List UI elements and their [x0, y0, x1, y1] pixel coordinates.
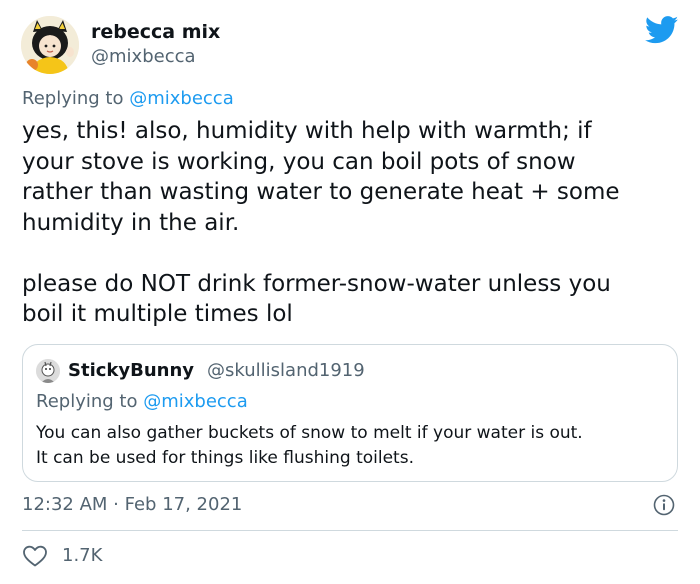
quoted-tweet[interactable]: StickyBunny @skullisland1919 Replying to…: [22, 344, 678, 482]
author-handle[interactable]: @mixbecca: [91, 46, 196, 67]
heart-icon[interactable]: [22, 544, 48, 568]
quoted-tweet-text: You can also gather buckets of snow to m…: [36, 423, 583, 468]
quoted-author-handle[interactable]: @skullisland1919: [207, 360, 365, 381]
author-display-name[interactable]: rebecca mix: [91, 21, 220, 43]
twitter-bird-icon[interactable]: [645, 16, 679, 44]
quoted-avatar-illustration: [36, 359, 60, 383]
reply-handle-link[interactable]: @mixbecca: [129, 88, 234, 109]
info-icon[interactable]: [653, 494, 675, 516]
author-avatar[interactable]: [21, 16, 79, 74]
quoted-author-avatar[interactable]: [36, 359, 60, 383]
quoted-author-display-name[interactable]: StickyBunny: [68, 360, 194, 381]
tweet-text: yes, this! also, humidity with help with…: [22, 118, 620, 327]
avatar-illustration: [21, 16, 79, 74]
quoted-reply-handle-link[interactable]: @mixbecca: [143, 391, 248, 412]
divider: [22, 530, 678, 531]
reply-context: Replying to @mixbecca: [22, 88, 234, 109]
quoted-reply-prefix: Replying to: [36, 391, 138, 412]
quoted-reply-context: Replying to @mixbecca: [36, 391, 248, 412]
tweet-timestamp[interactable]: 12:32 AM · Feb 17, 2021: [22, 494, 242, 515]
tweet-card: rebecca mix @mixbecca Replying to @mixbe…: [0, 0, 700, 584]
reply-prefix: Replying to: [22, 88, 124, 109]
like-count[interactable]: 1.7K: [62, 545, 102, 566]
